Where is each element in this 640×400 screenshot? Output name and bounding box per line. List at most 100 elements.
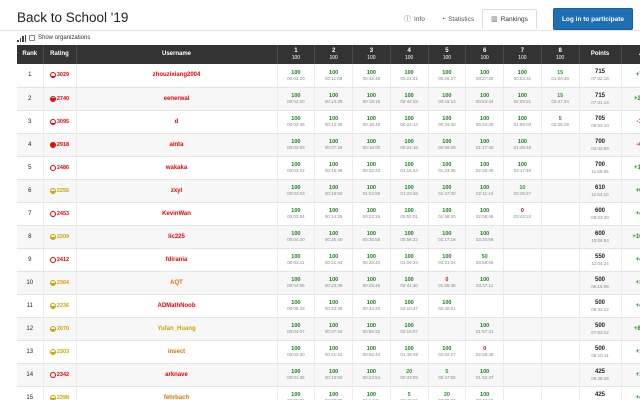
problem-2-cell[interactable]: 10000:30:07 <box>314 386 353 400</box>
problem-1-cell[interactable]: 100 00:01:36 <box>277 363 316 387</box>
problem-6-cell[interactable]: 100 01:57:31 <box>465 317 504 341</box>
problem-7-cell[interactable]: 0 03:43:24 <box>503 202 542 226</box>
problem-3-cell[interactable]: 100 00:16:48 <box>352 110 391 134</box>
username-link[interactable]: zxyl <box>76 179 278 203</box>
problem-2-cell[interactable]: 100 00:25:40 <box>314 225 353 249</box>
points-header[interactable]: Points <box>579 45 622 64</box>
problem-3-cell[interactable]: 100 00:58:32 <box>352 317 391 341</box>
username-link[interactable]: KevinWan <box>76 202 278 226</box>
problem-2-cell[interactable]: 100 00:37:44 <box>314 317 353 341</box>
problem-4-cell[interactable]: 100 00:41:30 <box>390 271 429 295</box>
problem-1-cell[interactable]: 100 00:03:46 <box>277 110 316 134</box>
problem-1-cell[interactable]: 100 00:04:07 <box>277 317 316 341</box>
username-link[interactable]: AQT <box>76 271 278 295</box>
problem-4-cell[interactable]: 100 00:42:25 <box>390 87 429 111</box>
problem-8-cell[interactable]: 15 01:00:48 <box>541 64 580 88</box>
problem-1-cell[interactable]: 100 00:03:11 <box>277 248 316 272</box>
tab-rankings[interactable]: ▥ Rankings <box>482 9 537 29</box>
problem-6-cell[interactable]: 0 02:05:35 <box>465 340 504 364</box>
username-link[interactable]: ainta <box>76 133 278 157</box>
problem-4-cell[interactable]: 100 00:22:14 <box>390 110 429 134</box>
problem-5-cell[interactable]: 2003:09:22 <box>428 386 467 400</box>
problem-4-header[interactable]: 4 100 <box>390 45 429 64</box>
sort-arrow-icon[interactable]: ▲ <box>621 45 640 64</box>
problem-1-cell[interactable]: 100 00:04:06 <box>277 271 316 295</box>
problem-4-cell[interactable]: 100 02:15:07 <box>390 317 429 341</box>
problem-6-cell[interactable]: 100 03:34:58 <box>465 225 504 249</box>
problem-3-cell[interactable]: 100 00:35:58 <box>352 225 391 249</box>
problem-7-header[interactable]: 7 100 <box>503 45 542 64</box>
problem-3-cell[interactable]: 100 00:23:54 <box>352 363 391 387</box>
username-link[interactable]: insect <box>76 340 278 364</box>
problem-5-cell[interactable]: 100 01:23:36 <box>428 156 467 180</box>
problem-7-cell[interactable]: 100 01:58:03 <box>503 110 542 134</box>
problem-1-cell[interactable]: 100 00:03:30 <box>277 340 316 364</box>
problem-2-cell[interactable]: 100 00:10:50 <box>314 363 353 387</box>
problem-5-cell[interactable]: 100 01:58:20 <box>428 202 467 226</box>
username-link[interactable]: lic225 <box>76 225 278 249</box>
problem-5-cell[interactable]: 100 00:34:30 <box>428 110 467 134</box>
problem-6-cell[interactable]: 100 02:11:44 <box>465 179 504 203</box>
problem-4-cell[interactable]: 20 00:33:09 <box>390 363 429 387</box>
problem-4-cell[interactable]: 100 00:58:22 <box>390 225 429 249</box>
username-link[interactable]: eenerwal <box>76 87 278 111</box>
problem-4-cell[interactable]: 100 01:06:34 <box>390 248 429 272</box>
problem-2-cell[interactable]: 100 00:15:49 <box>314 156 353 180</box>
tab-info[interactable]: ⓘ Info <box>396 9 433 29</box>
problem-5-header[interactable]: 5 100 <box>428 45 467 64</box>
problem-6-cell[interactable]: 100 02:08:46 <box>465 202 504 226</box>
problem-3-cell[interactable]: 100 00:55:44 <box>352 340 391 364</box>
username-link[interactable]: fdirania <box>76 248 278 272</box>
problem-2-cell[interactable]: 100 00:13:38 <box>314 110 353 134</box>
problem-6-cell[interactable]: 100 00:34:36 <box>465 110 504 134</box>
problem-1-cell[interactable]: 100 00:03:54 <box>277 202 316 226</box>
problem-1-cell[interactable]: 100 00:02:20 <box>277 87 316 111</box>
username-link[interactable]: d <box>76 110 278 134</box>
problem-5-cell[interactable]: 100 02:40:01 <box>428 294 467 318</box>
problem-5-cell[interactable]: 100 02:02:27 <box>428 340 467 364</box>
problem-7-cell[interactable]: 100 03:17:40 <box>503 156 542 180</box>
problem-1-cell[interactable]: 100 00:03:22 <box>277 156 316 180</box>
problem-8-cell[interactable]: 15 02:47:34 <box>541 87 580 111</box>
problem-7-cell[interactable]: 10 03:25:27 <box>503 179 542 203</box>
problem-2-cell[interactable]: 100 00:10:28 <box>314 87 353 111</box>
problem-4-cell[interactable]: 502:42:26 <box>390 386 429 400</box>
problem-8-header[interactable]: 8 100 <box>541 45 580 64</box>
problem-5-cell[interactable]: 0 01:55:38 <box>428 271 467 295</box>
username-link[interactable]: ADMathNoob <box>76 294 278 318</box>
problem-1-cell[interactable]: 100 00:02:20 <box>277 64 316 88</box>
problem-4-cell[interactable]: 100 01:23:46 <box>390 179 429 203</box>
problem-6-header[interactable]: 6 100 <box>465 45 504 64</box>
problem-5-cell[interactable]: 100 00:56:08 <box>428 133 467 157</box>
problem-4-cell[interactable]: 100 00:24:16 <box>390 133 429 157</box>
problem-3-cell[interactable]: 100 00:18:18 <box>352 87 391 111</box>
problem-1-cell[interactable]: 10000:05:01 <box>277 386 316 400</box>
problem-3-cell[interactable]: 100 00:44:20 <box>352 294 391 318</box>
problem-2-cell[interactable]: 100 00:14:25 <box>314 202 353 226</box>
username-link[interactable]: Yufan_Huang <box>76 317 278 341</box>
problem-6-cell[interactable]: 100 01:17:40 <box>465 133 504 157</box>
problem-6-cell[interactable]: 50 03:59:59 <box>465 248 504 272</box>
problem-2-cell[interactable]: 100 00:23:48 <box>314 294 353 318</box>
problem-1-cell[interactable]: 100 00:02:09 <box>277 133 316 157</box>
problem-1-cell[interactable]: 100 00:04:20 <box>277 225 316 249</box>
problem-4-cell[interactable]: 100 00:52:01 <box>390 202 429 226</box>
problem-3-cell[interactable]: 100 00:18:48 <box>352 64 391 88</box>
username-link[interactable]: fehrbach <box>76 386 278 400</box>
username-link[interactable]: zhouzixiang2004 <box>76 64 278 88</box>
problem-3-cell[interactable]: 100 00:16:00 <box>352 133 391 157</box>
problem-2-header[interactable]: 2 100 <box>314 45 353 64</box>
problem-1-header[interactable]: 1 100 <box>277 45 316 64</box>
problem-5-cell[interactable]: 100 00:43:14 <box>428 87 467 111</box>
problem-6-cell[interactable]: 100 03:37:11 <box>465 271 504 295</box>
problem-1-cell[interactable]: 100 00:05:33 <box>277 294 316 318</box>
problem-7-cell[interactable]: 100 02:03:21 <box>503 87 542 111</box>
problem-6-cell[interactable]: 10003:48:29 <box>465 386 504 400</box>
rating-header[interactable]: Rating <box>43 45 77 64</box>
problem-2-cell[interactable]: 100 00:19:50 <box>314 179 353 203</box>
problem-3-cell[interactable]: 100 00:32:23 <box>352 156 391 180</box>
problem-5-cell[interactable]: 100 02:31:04 <box>428 248 467 272</box>
problem-2-cell[interactable]: 100 00:07:29 <box>314 133 353 157</box>
problem-3-cell[interactable]: 100 00:22:19 <box>352 202 391 226</box>
show-organizations-checkbox[interactable] <box>29 35 35 41</box>
